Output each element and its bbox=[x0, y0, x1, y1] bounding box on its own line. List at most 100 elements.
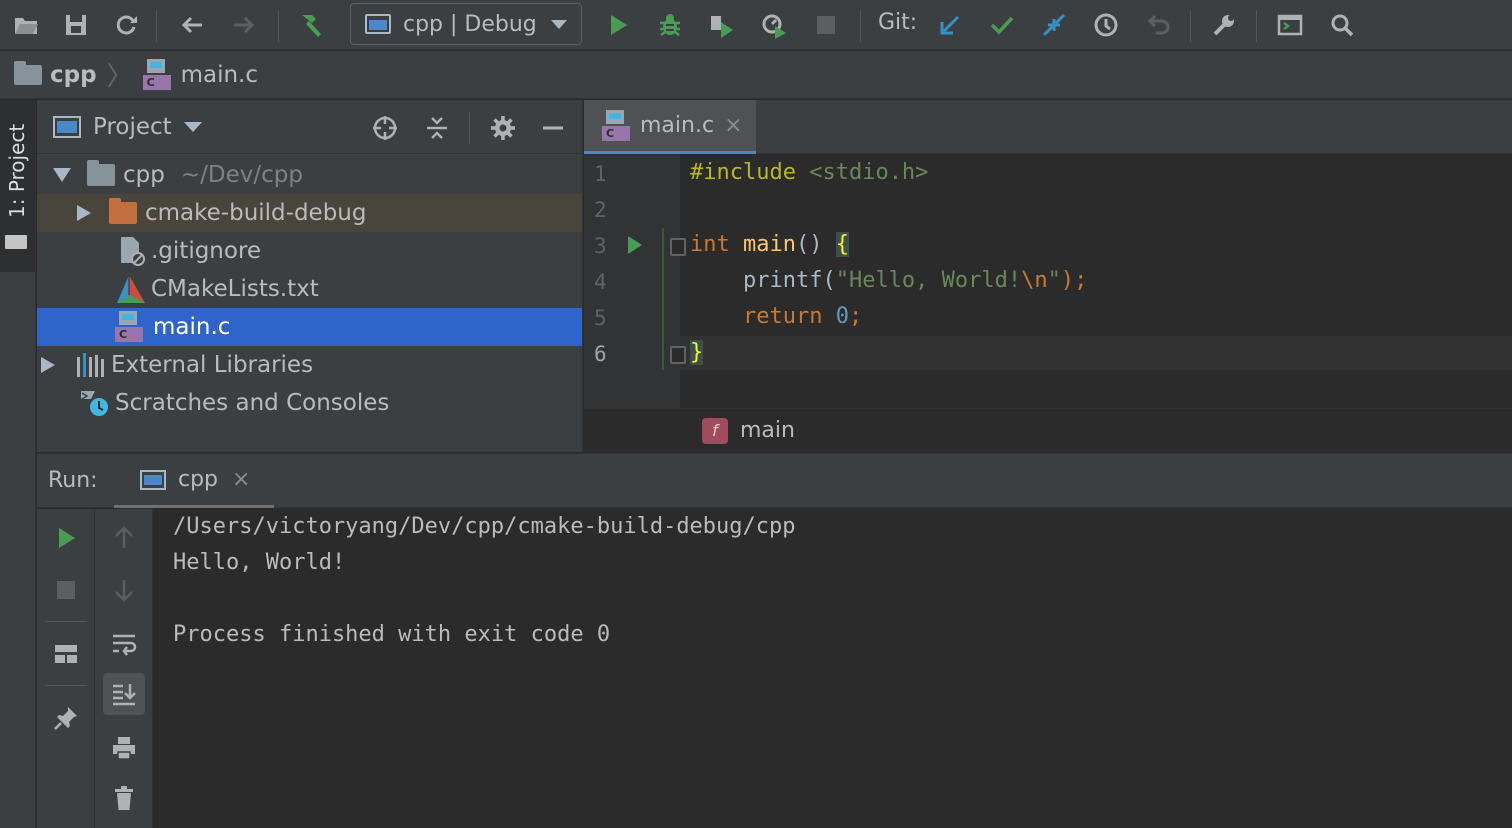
c-file-icon: C bbox=[602, 109, 632, 142]
arrow-down-icon[interactable] bbox=[103, 569, 145, 611]
sync-icon[interactable] bbox=[106, 5, 146, 45]
pin-icon[interactable] bbox=[45, 697, 87, 739]
console-output-line: Hello, World! bbox=[173, 550, 346, 575]
close-icon[interactable]: × bbox=[232, 467, 250, 492]
profile-icon[interactable] bbox=[754, 5, 794, 45]
gear-icon[interactable] bbox=[487, 112, 519, 144]
debug-icon[interactable] bbox=[650, 5, 690, 45]
run-config-icon bbox=[365, 14, 391, 34]
tree-item-cmakelists[interactable]: CMakeLists.txt bbox=[37, 270, 582, 308]
soft-wrap-icon[interactable] bbox=[103, 623, 145, 665]
search-icon[interactable] bbox=[1322, 5, 1362, 45]
project-panel: Project cpp ~/Dev/cpp cmake-build-debug bbox=[37, 100, 583, 452]
main-toolbar: cpp | Debug Git: bbox=[0, 0, 1512, 50]
stop-icon[interactable] bbox=[806, 5, 846, 45]
project-panel-header: Project bbox=[37, 100, 582, 154]
line-number: 1 bbox=[594, 162, 607, 186]
breadcrumb: cpp 〉 C main.c bbox=[0, 51, 1512, 99]
save-icon[interactable] bbox=[56, 5, 96, 45]
tab-main-c[interactable]: C main.c × bbox=[584, 100, 756, 154]
line-number: 3 bbox=[594, 234, 607, 258]
tree-item-label: CMakeLists.txt bbox=[151, 276, 319, 302]
breadcrumb-project[interactable]: cpp bbox=[50, 62, 97, 88]
chevron-down-icon[interactable] bbox=[183, 121, 202, 132]
close-icon[interactable]: × bbox=[724, 113, 742, 138]
git-merge-icon[interactable] bbox=[1034, 5, 1074, 45]
collapsed-arrow-icon[interactable] bbox=[77, 205, 91, 221]
git-update-icon[interactable] bbox=[930, 5, 970, 45]
run-tab-label: cpp bbox=[178, 467, 219, 492]
run-icon[interactable] bbox=[598, 5, 638, 45]
folder-icon bbox=[14, 60, 42, 85]
run-with-coverage-icon[interactable] bbox=[702, 5, 742, 45]
run-tab-cpp[interactable]: cpp × bbox=[114, 454, 274, 508]
gutter-run-icon[interactable] bbox=[628, 236, 642, 254]
code-line-3[interactable]: int main() { bbox=[690, 232, 849, 257]
tree-item-cmake-build-debug[interactable]: cmake-build-debug bbox=[37, 194, 582, 232]
run-tool-window: Run: cpp × /Users/victoryang/Dev/cpp/cma… bbox=[37, 453, 1512, 828]
tree-item-main-c[interactable]: C main.c bbox=[37, 308, 582, 346]
tree-item-label: main.c bbox=[153, 314, 231, 340]
tree-item-gitignore[interactable]: .gitignore bbox=[37, 232, 582, 270]
open-icon[interactable] bbox=[6, 5, 46, 45]
trash-icon[interactable] bbox=[103, 777, 145, 819]
run-label: Run: bbox=[48, 468, 98, 493]
tree-item-scratches[interactable]: Scratches and Consoles bbox=[37, 384, 582, 422]
forward-icon[interactable] bbox=[224, 5, 264, 45]
code-line-4[interactable]: printf("Hello, World!\n"); bbox=[690, 268, 1087, 293]
run-configuration-select[interactable]: cpp | Debug bbox=[350, 3, 582, 45]
line-number: 4 bbox=[594, 270, 607, 294]
expanded-arrow-icon[interactable] bbox=[53, 168, 71, 182]
tree-item-path-hint: ~/Dev/cpp bbox=[180, 162, 303, 188]
fold-toggle-icon[interactable] bbox=[670, 238, 686, 256]
project-tool-window-tab[interactable]: 1: Project bbox=[0, 100, 35, 272]
rerun-icon[interactable] bbox=[45, 517, 87, 559]
console-actions-toolbar bbox=[95, 509, 153, 828]
run-config-icon bbox=[140, 469, 166, 490]
arrow-up-icon[interactable] bbox=[103, 517, 145, 559]
project-panel-title[interactable]: Project bbox=[93, 114, 172, 140]
code-line-1[interactable]: #include <stdio.h> bbox=[690, 160, 928, 185]
locate-target-icon[interactable] bbox=[369, 112, 401, 144]
excluded-folder-icon bbox=[109, 198, 137, 224]
breadcrumb-file[interactable]: main.c bbox=[181, 62, 258, 88]
structure-function-name[interactable]: main bbox=[740, 418, 795, 443]
scroll-to-end-icon[interactable] bbox=[103, 673, 145, 715]
run-config-label: cpp | Debug bbox=[403, 11, 537, 37]
tree-item-label: cpp bbox=[123, 162, 165, 188]
code-line-6[interactable]: } bbox=[690, 340, 704, 365]
back-icon[interactable] bbox=[172, 5, 212, 45]
c-file-icon: C bbox=[142, 58, 173, 91]
restore-layout-icon[interactable] bbox=[45, 633, 87, 675]
fold-toggle-icon[interactable] bbox=[670, 346, 686, 364]
code-line-5[interactable]: return 0; bbox=[690, 304, 862, 329]
tree-item-external-libraries[interactable]: External Libraries bbox=[37, 346, 582, 384]
collapsed-arrow-icon[interactable] bbox=[41, 357, 55, 373]
git-revert-icon[interactable] bbox=[1138, 5, 1178, 45]
print-icon[interactable] bbox=[103, 727, 145, 769]
tree-item-label: Scratches and Consoles bbox=[115, 390, 390, 416]
hide-panel-icon[interactable] bbox=[537, 112, 569, 144]
tree-item-label: cmake-build-debug bbox=[145, 200, 367, 226]
project-tab-label: 1: Project bbox=[5, 123, 29, 218]
ignored-file-icon bbox=[117, 235, 147, 267]
terminal-icon[interactable] bbox=[1270, 5, 1310, 45]
tree-item-cpp[interactable]: cpp ~/Dev/cpp bbox=[37, 156, 582, 194]
git-history-icon[interactable] bbox=[1086, 5, 1126, 45]
build-hammer-icon[interactable] bbox=[290, 5, 330, 45]
editor-area: C main.c × 1 2 3 4 5 6 #include <stdio.h… bbox=[584, 100, 1512, 452]
stop-icon[interactable] bbox=[45, 569, 87, 611]
line-number: 2 bbox=[594, 198, 607, 222]
settings-wrench-icon[interactable] bbox=[1204, 5, 1244, 45]
console-output-line: /Users/victoryang/Dev/cpp/cmake-build-de… bbox=[173, 514, 796, 539]
line-number: 6 bbox=[594, 342, 607, 366]
collapse-all-icon[interactable] bbox=[421, 112, 453, 144]
run-panel-header: Run: cpp × bbox=[37, 454, 1512, 508]
folder-icon bbox=[87, 160, 115, 186]
line-number: 5 bbox=[594, 306, 607, 330]
current-line-highlight bbox=[680, 336, 1512, 370]
git-commit-icon[interactable] bbox=[982, 5, 1022, 45]
tab-label: main.c bbox=[640, 113, 715, 138]
cmake-icon bbox=[115, 273, 147, 305]
git-label: Git: bbox=[878, 10, 918, 35]
